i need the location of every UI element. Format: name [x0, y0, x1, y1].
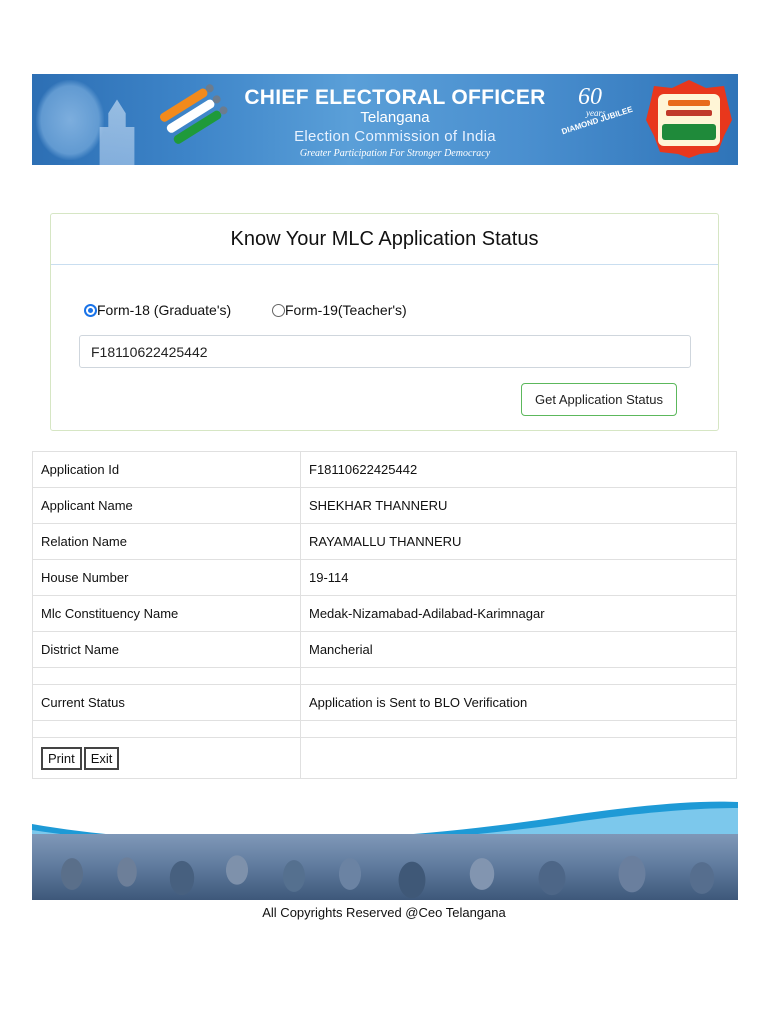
people-montage-image: [32, 834, 738, 900]
row-label: Relation Name: [32, 523, 301, 560]
radio-form18-button[interactable]: [84, 303, 97, 317]
banner-tagline: Greater Participation For Stronger Democ…: [299, 148, 491, 159]
panel-header: Know Your MLC Application Status: [51, 214, 718, 265]
application-details-table: Application Id F18110622425442 Applicant…: [32, 451, 737, 779]
spacer-cell: [32, 667, 301, 685]
row-value: RAYAMALLU THANNERU: [300, 523, 737, 560]
table-row: District Name Mancherial: [32, 631, 737, 668]
status-panel: Know Your MLC Application Status Form-18…: [50, 213, 719, 431]
radio-form19-label: Form-19(Teacher's): [285, 302, 407, 318]
banner-title: CHIEF ELECTORAL OFFICER: [244, 86, 546, 109]
banner-organization: Election Commission of India: [294, 128, 496, 145]
header-banner: CHIEF ELECTORAL OFFICER Telangana Electi…: [32, 74, 738, 165]
current-status-value: Application is Sent to BLO Verification: [300, 684, 737, 721]
row-value: Mancherial: [300, 631, 737, 668]
row-value: F18110622425442: [300, 451, 737, 488]
row-value: 19-114: [300, 559, 737, 596]
radio-form18-label: Form-18 (Graduate's): [97, 302, 232, 318]
action-row: Print Exit: [32, 737, 737, 779]
telangana-map-graphic: [36, 80, 104, 160]
current-status-label: Current Status: [32, 684, 301, 721]
spacer-cell: [32, 720, 301, 738]
print-button[interactable]: Print: [41, 746, 82, 770]
voters-day-badge-icon: [646, 80, 732, 158]
row-label: House Number: [32, 559, 301, 596]
get-application-status-button[interactable]: Get Application Status: [521, 383, 677, 416]
diamond-jubilee-emblem: 60 years DIAMOND JUBILEE: [556, 84, 633, 144]
table-spacer-row: [32, 720, 737, 738]
table-row: Mlc Constituency Name Medak-Nizamabad-Ad…: [32, 595, 737, 632]
radio-form18[interactable]: Form-18 (Graduate's): [84, 302, 231, 318]
table-spacer-row: [32, 667, 737, 685]
copyright-text: All Copyrights Reserved @Ceo Telangana: [262, 905, 506, 920]
footer-people-banner: [32, 798, 738, 900]
spacer-cell: [300, 667, 737, 685]
row-label: Application Id: [32, 451, 301, 488]
radio-form19[interactable]: Form-19(Teacher's): [272, 302, 407, 318]
jubilee-number: 60: [578, 84, 602, 110]
row-label: District Name: [32, 631, 301, 668]
table-row: Relation Name RAYAMALLU THANNERU: [32, 523, 737, 560]
banner-state: Telangana: [360, 109, 430, 126]
panel-title: Know Your MLC Application Status: [230, 227, 539, 250]
table-row: Applicant Name SHEKHAR THANNERU: [32, 487, 737, 524]
row-label: Mlc Constituency Name: [32, 595, 301, 632]
table-row: House Number 19-114: [32, 559, 737, 596]
empty-cell: [300, 737, 737, 779]
row-label: Applicant Name: [32, 487, 301, 524]
current-status-row: Current Status Application is Sent to BL…: [32, 684, 737, 721]
table-row: Application Id F18110622425442: [32, 451, 737, 488]
row-value: SHEKHAR THANNERU: [300, 487, 737, 524]
application-id-input[interactable]: [79, 335, 691, 368]
row-value: Medak-Nizamabad-Adilabad-Karimnagar: [300, 595, 737, 632]
spacer-cell: [300, 720, 737, 738]
radio-form19-button[interactable]: [272, 303, 285, 317]
exit-button[interactable]: Exit: [83, 746, 120, 770]
action-cell: Print Exit: [32, 737, 301, 779]
